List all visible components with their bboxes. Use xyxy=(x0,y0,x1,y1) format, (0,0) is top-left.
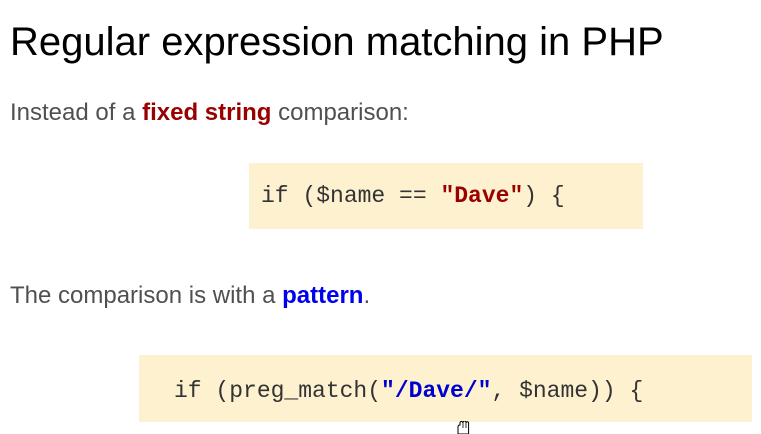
pattern-text-before: The comparison is with a xyxy=(10,282,283,309)
code-pattern-string: "/Dave/" xyxy=(381,378,492,404)
fixed-string-code-block: if ($name == "Dave") { xyxy=(249,163,643,229)
intro-text-before: Instead of a xyxy=(10,99,143,126)
pattern-highlight: pattern xyxy=(282,282,364,309)
code-fixed-suffix: ) { xyxy=(523,183,565,209)
pattern-code-block: if (preg_match("/Dave/", $name)) { xyxy=(139,355,752,422)
pattern-text: The comparison is with a pattern. xyxy=(10,281,370,311)
intro-text-after: comparison: xyxy=(271,99,409,126)
pattern-text-after: . xyxy=(363,282,371,309)
slide-title: Regular expression matching in PHP xyxy=(10,20,664,64)
code-pattern-prefix: if (preg_match( xyxy=(174,378,382,404)
code-pattern-suffix: , $name)) { xyxy=(491,378,644,404)
hand-cursor-icon xyxy=(457,421,470,434)
fixed-string-highlight: fixed string xyxy=(142,99,272,126)
intro-text: Instead of a fixed string comparison: xyxy=(10,98,409,128)
code-fixed-prefix: if ($name == xyxy=(261,183,441,209)
slide: Regular expression matching in PHP Inste… xyxy=(0,0,761,434)
code-fixed-string: "Dave" xyxy=(440,183,524,209)
